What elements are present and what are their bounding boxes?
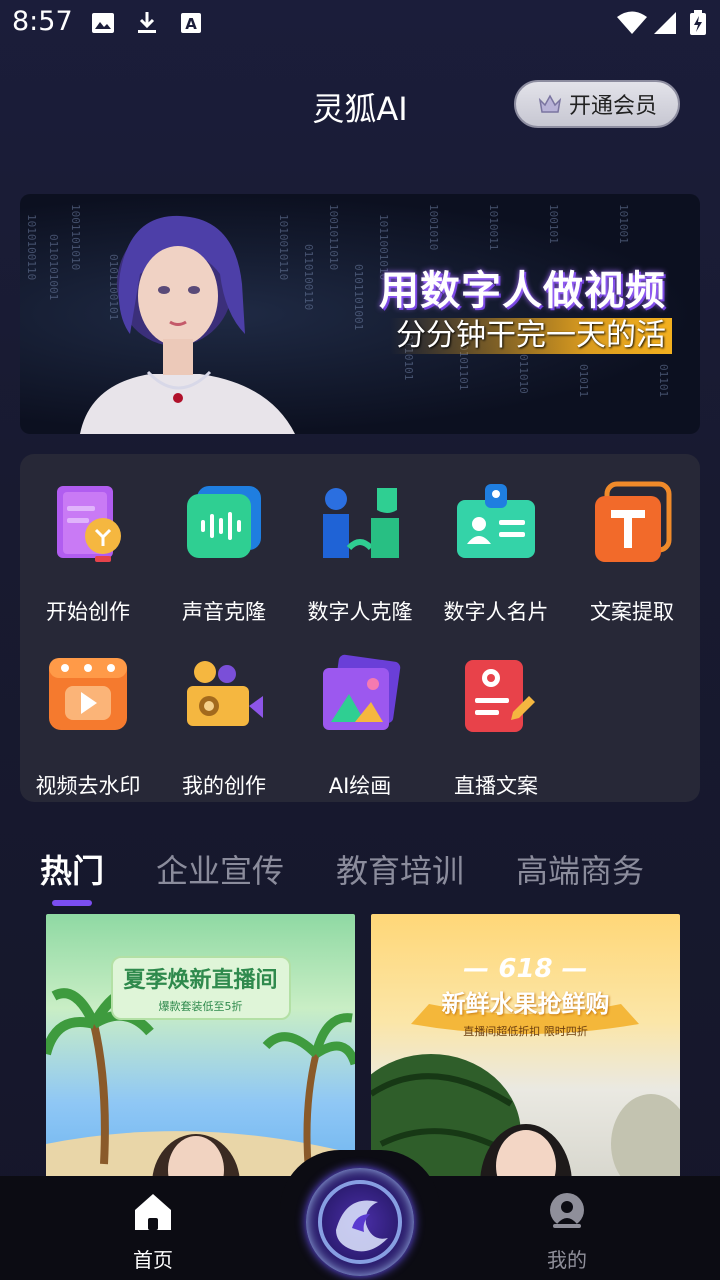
svg-text:1010011: 1010011	[487, 204, 500, 250]
text-extract-icon	[595, 481, 672, 562]
ai-painting-icon	[323, 654, 401, 730]
card-title: 夏季焕新直播间	[123, 968, 278, 993]
svg-text:01011: 01011	[577, 364, 590, 397]
tools-panel: 开始创作 声音克隆 数字人克隆 数字人名片 文案提取 视频去水印 我的创作 AI…	[20, 454, 700, 802]
tool-live-script[interactable]: 直播文案	[428, 654, 564, 800]
tab-business[interactable]: 高端商务	[516, 846, 644, 892]
tool-label: 数字人克隆	[307, 600, 413, 624]
svg-text:1001101010: 1001101010	[69, 204, 82, 270]
tool-label: 数字人名片	[443, 600, 549, 624]
gallery-icon	[92, 13, 114, 33]
tab-enterprise[interactable]: 企业宣传	[156, 846, 284, 892]
banner-subtitle: 分分钟干完一天的活	[396, 318, 666, 353]
svg-text:0101101001: 0101101001	[352, 264, 365, 330]
tool-label: 开始创作	[46, 600, 130, 624]
tool-digital-business-card[interactable]: 数字人名片	[428, 480, 564, 626]
business-card-icon	[457, 484, 535, 558]
svg-text:1001010: 1001010	[427, 204, 440, 250]
tab-education[interactable]: 教育培训	[336, 846, 464, 892]
live-script-icon	[465, 660, 535, 732]
svg-text:1010100110: 1010100110	[25, 214, 38, 280]
banner-subtitle-bar: 分分钟干完一天的活	[390, 318, 672, 354]
center-create-button[interactable]	[306, 1168, 414, 1276]
template-card-summer-live[interactable]: 夏季焕新直播间 爆款套装低至5折	[46, 914, 355, 1184]
tool-voice-clone[interactable]: 声音克隆	[156, 480, 292, 626]
tool-label: 声音克隆	[182, 600, 266, 624]
card-tag: — 618 —	[463, 954, 588, 984]
svg-text:01101: 01101	[657, 364, 670, 397]
battery-icon	[690, 10, 706, 35]
nav-home-label: 首页	[133, 1248, 173, 1272]
tab-hot[interactable]: 热门	[40, 846, 104, 892]
profile-icon	[550, 1193, 584, 1228]
active-tab-indicator	[52, 900, 92, 906]
signal-icon	[654, 12, 676, 34]
vip-membership-button[interactable]: 开通会员	[514, 80, 680, 128]
home-icon	[135, 1194, 171, 1230]
svg-text:011010: 011010	[517, 354, 530, 394]
card-subtitle: 爆款套装低至5折	[158, 1000, 243, 1013]
status-time: 8:57	[12, 6, 73, 37]
vip-button-label: 开通会员	[568, 94, 657, 119]
svg-text:101001: 101001	[617, 204, 630, 244]
font-icon: A	[181, 13, 201, 33]
tool-label: AI绘画	[328, 774, 392, 798]
svg-text:0110100110: 0110100110	[302, 244, 315, 310]
tool-start-creation[interactable]: 开始创作	[20, 480, 156, 626]
tool-text-extract[interactable]: 文案提取	[564, 480, 700, 626]
palm-tree-scene	[46, 985, 355, 1184]
voice-wave-icon	[187, 486, 261, 558]
nav-mine-label: 我的	[547, 1248, 587, 1272]
tool-digital-human-clone[interactable]: 数字人克隆	[292, 480, 428, 626]
download-icon	[138, 12, 156, 33]
my-works-camera-icon	[187, 661, 263, 726]
status-bar: 8:57 A	[0, 0, 720, 50]
svg-text:1010010110: 1010010110	[277, 214, 290, 280]
fox-logo-icon	[318, 1180, 402, 1264]
card-title: 新鲜水果抢鲜购	[441, 990, 610, 1018]
document-create-icon	[57, 486, 121, 562]
nav-mine[interactable]: 我的	[517, 1190, 617, 1273]
tool-my-works[interactable]: 我的创作	[156, 654, 292, 800]
card-banner: 夏季焕新直播间 爆款套装低至5折	[110, 956, 291, 1020]
svg-text:100101: 100101	[547, 204, 560, 244]
svg-text:A: A	[185, 15, 197, 33]
wifi-icon	[617, 11, 647, 34]
tool-label: 我的创作	[182, 774, 266, 798]
svg-text:1001011010: 1001011010	[327, 204, 340, 270]
digital-human-avatar	[80, 215, 295, 434]
video-watermark-icon	[49, 658, 127, 730]
template-card-fruit-sale[interactable]: — 618 — 新鲜水果抢鲜购 直播间超低折扣 限时四折	[371, 914, 680, 1184]
tool-ai-painting[interactable]: AI绘画	[292, 654, 428, 800]
crown-icon	[538, 94, 562, 113]
card-banner: — 618 — 新鲜水果抢鲜购 直播间超低折扣 限时四折	[426, 954, 626, 1039]
tool-label: 文案提取	[590, 600, 674, 624]
promo-banner[interactable]: 1010100110 0110101001 1001101010 0101100…	[20, 194, 700, 434]
category-tabs: 热门 企业宣传 教育培训 高端商务	[0, 846, 720, 906]
svg-text:0110101001: 0110101001	[47, 234, 60, 300]
digital-human-clone-icon	[323, 488, 399, 558]
tool-label: 视频去水印	[35, 774, 141, 798]
banner-title: 用数字人做视频	[379, 268, 666, 314]
nav-home[interactable]: 首页	[103, 1190, 203, 1273]
tool-label: 直播文案	[454, 774, 538, 798]
card-subtitle: 直播间超低折扣 限时四折	[463, 1025, 588, 1038]
tool-remove-watermark[interactable]: 视频去水印	[20, 654, 156, 800]
